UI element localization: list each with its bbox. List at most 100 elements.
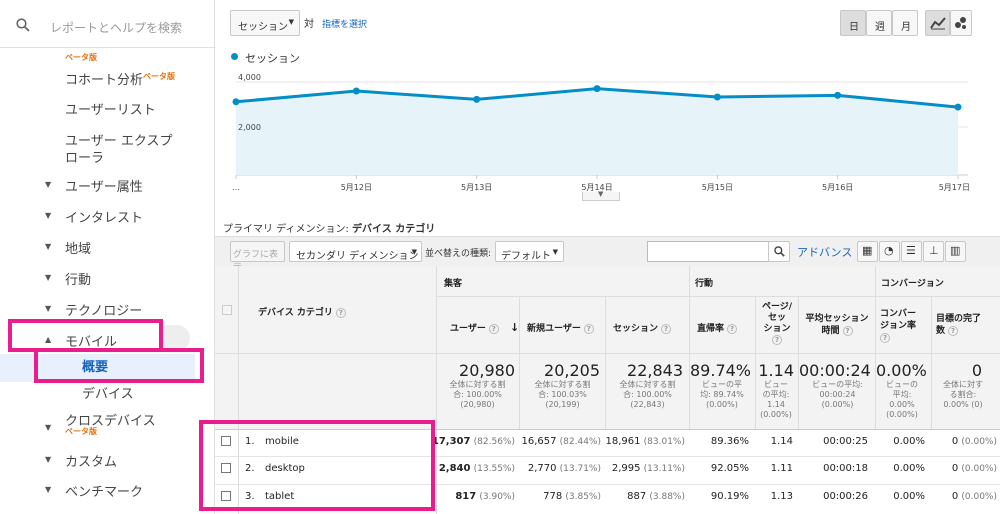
help-icon: ? — [880, 332, 890, 343]
data-point — [232, 98, 240, 106]
col-header-goal-completions[interactable]: 目標の完了 数? — [936, 313, 998, 337]
col-header-bounce-rate[interactable]: 直帰率? — [697, 321, 738, 334]
sidebar-item-cohort[interactable]: コホート分析ベータ版 — [65, 72, 175, 90]
group-conversion: コンバージョン — [881, 279, 944, 289]
data-point — [834, 91, 842, 99]
caret-down-icon: ▼ — [45, 423, 52, 432]
col-divider — [519, 296, 520, 429]
cell-goal: 0 (0.00%) — [951, 491, 997, 502]
highlight-overview — [34, 348, 204, 383]
help-icon: ? — [772, 335, 782, 345]
caret-down-icon: ▼ — [45, 455, 52, 464]
col-header-users[interactable]: ユーザー? ↓ — [450, 321, 519, 334]
help-icon: ? — [948, 325, 959, 336]
bubble-chart-icon — [955, 17, 966, 29]
caret-down-icon: ▼ — [45, 304, 52, 313]
cell-sess: 887 (3.88%) — [627, 491, 685, 502]
view-table-button[interactable]: ▦ — [857, 241, 878, 262]
chevron-down-icon: ▼ — [598, 190, 604, 198]
row-divider — [215, 353, 1000, 354]
help-icon: ? — [335, 307, 346, 318]
search-bar[interactable]: レポートとヘルプを検索 — [0, 0, 215, 48]
select-metric-link[interactable]: 指標を選択 — [322, 17, 367, 30]
period-month-button[interactable]: 月 — [892, 10, 918, 36]
x-tick-label: 5月15日 — [702, 183, 733, 192]
pie-icon: ◔ — [884, 244, 894, 257]
legend-label: セッション — [245, 52, 300, 65]
col-header-pages-per-session[interactable]: ページ/ セッ ション ? — [758, 302, 796, 347]
x-tick-label: 5月14日 — [581, 183, 612, 192]
data-point — [713, 93, 721, 101]
caret-down-icon: ▼ — [45, 242, 52, 251]
cell-sess: 2,995 (13.11%) — [611, 463, 685, 474]
cell-conv: 0.00% — [893, 436, 925, 447]
sort-type-select[interactable]: デフォルト ▼ — [495, 241, 564, 262]
col-divider — [689, 266, 690, 429]
chart-collapse-handle[interactable]: ▼ — [582, 190, 620, 201]
beta-badge: ベータ版 — [65, 53, 97, 62]
x-tick-label: 5月16日 — [822, 183, 853, 192]
caret-down-icon: ▼ — [45, 273, 52, 282]
cell-pps: 1.13 — [770, 491, 793, 502]
cell-new: 2,770 (13.71%) — [527, 463, 601, 474]
view-pivot-button[interactable]: ▥ — [945, 241, 966, 262]
col-header-conversion-rate[interactable]: コンバー ジョン率 ? — [880, 308, 930, 344]
table-search-button[interactable] — [768, 241, 790, 262]
period-day-button[interactable]: 日 — [840, 10, 866, 36]
dropdown-arrow-icon: ▼ — [411, 248, 417, 256]
sort-desc-icon: ↓ — [509, 321, 520, 334]
cell-new: 778 (3.85%) — [543, 491, 601, 502]
secondary-dimension-select[interactable]: セカンダリ ディメンション ▼ — [289, 241, 422, 262]
group-acquisition: 集客 — [444, 279, 463, 289]
cell-time: 00:00:25 — [823, 436, 868, 447]
caret-down-icon: ▼ — [45, 180, 52, 189]
y-tick-label: 4,000 — [238, 73, 261, 82]
sidebar-item-userlist[interactable]: ユーザーリスト — [65, 102, 156, 119]
cell-bounce: 89.36% — [710, 436, 749, 447]
col-header-avg-session-duration[interactable]: 平均セッション 時間? — [801, 313, 873, 337]
pivot-icon: ▥ — [950, 244, 961, 257]
line-chart-icon — [930, 17, 946, 30]
metric-select[interactable]: セッション ▼ — [230, 10, 300, 36]
row-divider — [436, 296, 1000, 297]
line-chart-button[interactable] — [925, 10, 950, 36]
sidebar-item-user-explorer[interactable]: ユーザー エクスプ ローラ — [65, 133, 172, 167]
search-icon — [774, 246, 785, 257]
comparison-icon: ⊥ — [929, 244, 939, 257]
group-behavior: 行動 — [695, 279, 714, 289]
x-tick-label: … — [232, 183, 240, 192]
cell-users: 2,840 (13.55%) — [438, 463, 515, 474]
select-all-checkbox[interactable] — [222, 305, 232, 315]
search-icon — [16, 18, 30, 32]
cell-conv: 0.00% — [893, 491, 925, 502]
search-placeholder: レポートとヘルプを検索 — [50, 21, 183, 35]
sidebar-item-mobile-devices[interactable]: デバイス — [82, 386, 134, 403]
x-tick-label: 5月13日 — [461, 183, 492, 192]
view-pie-button[interactable]: ◔ — [879, 241, 900, 262]
col-divider — [875, 266, 876, 429]
table-search-input[interactable] — [647, 241, 769, 262]
x-tick-label: 5月17日 — [939, 183, 970, 192]
view-comparison-button[interactable]: ⊥ — [923, 241, 944, 262]
col-header-sessions[interactable]: セッション? — [613, 321, 672, 334]
y-tick-label: 2,000 — [238, 123, 261, 132]
plot-rows-button[interactable]: グラフに表示 — [230, 241, 285, 273]
period-week-button[interactable]: 週 — [866, 10, 892, 36]
cell-users: 17,307 (82.56%) — [431, 436, 515, 447]
cell-bounce: 92.05% — [710, 463, 749, 474]
col-header-device-category[interactable]: デバイス カテゴリ? — [258, 305, 346, 318]
cell-goal: 0 (0.00%) — [951, 436, 997, 447]
advanced-filter-link[interactable]: アドバンス — [797, 244, 852, 260]
cell-bounce: 90.19% — [710, 491, 749, 502]
cell-new: 16,657 (82.44%) — [521, 436, 601, 447]
grid-icon: ▦ — [862, 244, 873, 257]
vs-label: 対 — [304, 19, 314, 30]
col-header-new-users[interactable]: 新規ユーザー? — [527, 321, 594, 334]
cell-pps: 1.14 — [770, 436, 793, 447]
view-performance-button[interactable]: ☰ — [901, 241, 922, 262]
help-icon: ? — [661, 323, 672, 334]
help-icon: ? — [842, 325, 853, 336]
cell-goal: 0 (0.00%) — [951, 463, 997, 474]
motion-chart-button[interactable] — [950, 10, 972, 36]
cell-time: 00:00:18 — [823, 463, 868, 474]
